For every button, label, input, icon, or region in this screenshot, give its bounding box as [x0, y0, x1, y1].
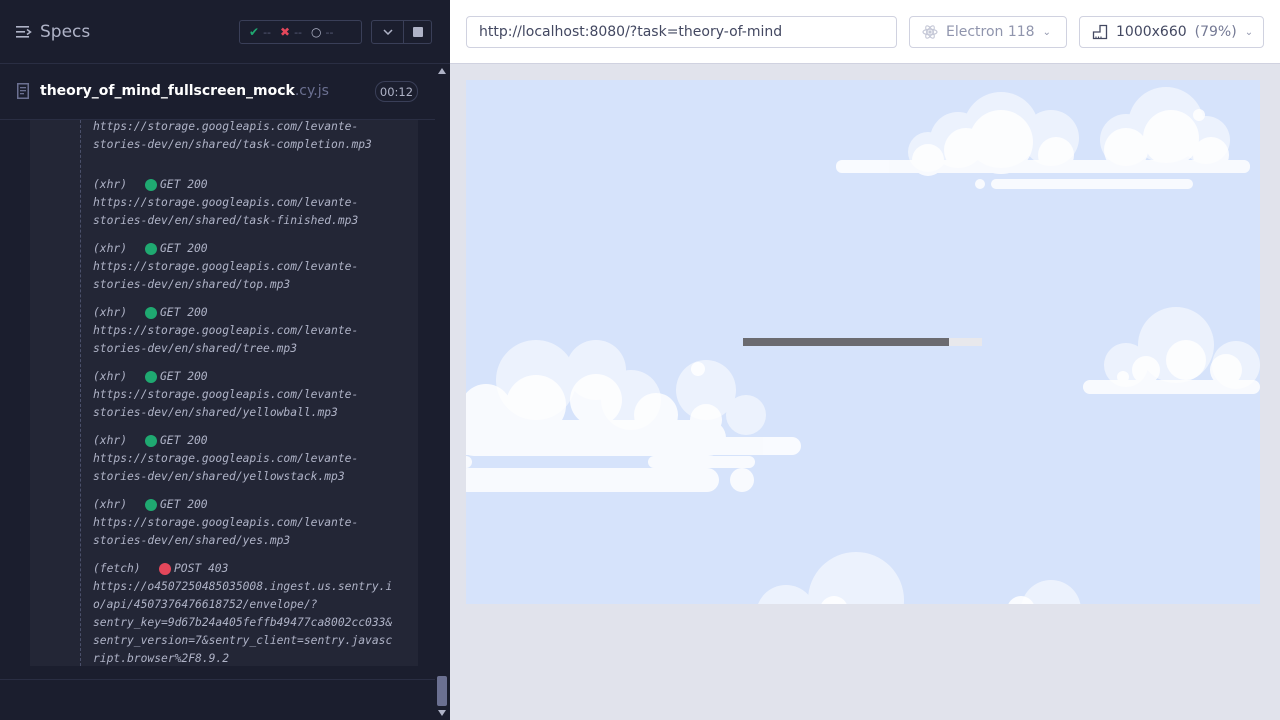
log-entry[interactable]: (xhr) GET 200 https://storage.googleapis.c…	[93, 496, 358, 550]
specs-toggle[interactable]: Specs	[16, 20, 90, 44]
loading-progress-fill	[743, 338, 949, 346]
collapse-button[interactable]	[371, 20, 404, 44]
failed-count: --	[294, 25, 303, 39]
log-indent-guide	[80, 120, 81, 666]
stop-button[interactable]	[404, 20, 432, 44]
log-entry[interactable]: (xhr) GET 200 https://storage.googleapis.c…	[93, 240, 358, 294]
specs-list-icon	[16, 26, 32, 38]
spec-file-extension: .cy.js	[294, 83, 329, 99]
log-entry-kind: (xhr)	[93, 242, 128, 255]
log-entry-method: GET 200	[160, 178, 208, 191]
reporter-panel: Specs ✔ -- ✖ -- ○ -- theory_of_mind_full…	[0, 0, 450, 720]
log-entry-url: https://storage.googleapis.com/levante- …	[93, 388, 359, 419]
x-icon: ✖	[280, 25, 291, 39]
passed-count: --	[263, 25, 272, 39]
scroll-up-arrow-icon[interactable]	[438, 68, 446, 74]
viewport-selector[interactable]: 1000x660 (79%) ⌄	[1079, 16, 1264, 48]
browser-label: Electron 118	[946, 24, 1035, 40]
file-icon	[17, 83, 29, 99]
chevron-down-icon	[382, 29, 393, 35]
status-success-icon	[145, 307, 157, 319]
log-entry-header: (xhr) GET 200	[93, 176, 358, 194]
electron-icon	[922, 25, 938, 39]
check-icon: ✔	[249, 25, 260, 39]
log-entry[interactable]: (xhr) GET 200 https://storage.googleapis.c…	[93, 304, 358, 358]
passed-stat: ✔ --	[240, 25, 271, 39]
aut-panel: http://localhost:8080/?task=theory-of-mi…	[450, 0, 1280, 720]
log-entry-kind: (xhr)	[93, 370, 128, 383]
spec-file-name[interactable]: theory_of_mind_fullscreen_mock.cy.js	[40, 83, 329, 99]
log-entry-method: GET 200	[160, 434, 208, 447]
loading-progress-bar	[743, 338, 982, 346]
scroll-down-arrow-icon[interactable]	[438, 710, 446, 716]
pending-circle-icon: ○	[311, 25, 322, 39]
status-error-icon	[159, 563, 171, 575]
log-entry-url: https://storage.googleapis.com/levante- …	[93, 324, 359, 355]
log-entry-header: (xhr) GET 200	[93, 368, 358, 386]
log-entry-url: https://storage.googleapis.com/levante- …	[93, 120, 372, 151]
log-entry-kind: (fetch)	[93, 562, 141, 575]
log-entry[interactable]: https://storage.googleapis.com/levante- …	[93, 120, 372, 154]
status-success-icon	[145, 179, 157, 191]
log-entry-kind: (xhr)	[93, 498, 128, 511]
log-entry-url: https://storage.googleapis.com/levante- …	[93, 260, 359, 291]
log-entry-header: (xhr) GET 200	[93, 240, 358, 258]
chevron-down-icon: ⌄	[1244, 26, 1254, 38]
command-log: https://storage.googleapis.com/levante- …	[30, 120, 418, 666]
viewport-size: 1000x660	[1116, 24, 1187, 40]
chevron-down-icon: ⌄	[1042, 26, 1051, 38]
url-bar[interactable]: http://localhost:8080/?task=theory-of-mi…	[466, 16, 897, 48]
log-entry[interactable]: (fetch) POST 403 https://o4507250485035008…	[93, 560, 392, 666]
log-entry-header: (xhr) GET 200	[93, 496, 358, 514]
log-entry-kind: (xhr)	[93, 178, 128, 191]
log-entry-kind: (xhr)	[93, 306, 128, 319]
status-success-icon	[145, 499, 157, 511]
stop-icon	[412, 27, 423, 37]
duration-badge: 00:12	[375, 81, 418, 102]
log-entry-url: https://storage.googleapis.com/levante- …	[93, 196, 359, 227]
log-entry-method: POST 403	[174, 562, 229, 575]
pending-count: --	[325, 25, 334, 39]
ruler-icon	[1092, 24, 1108, 40]
log-entry-method: GET 200	[160, 242, 208, 255]
pending-stat: ○ --	[302, 25, 333, 39]
test-stats: ✔ -- ✖ -- ○ --	[239, 20, 362, 44]
log-entry-method: GET 200	[160, 306, 208, 319]
log-entry-header: (fetch) POST 403	[93, 560, 392, 578]
scroll-thumb[interactable]	[437, 676, 447, 706]
reporter-scrollbar[interactable]	[435, 64, 450, 720]
reporter-header: Specs ✔ -- ✖ -- ○ --	[0, 0, 450, 64]
log-entry-url: https://storage.googleapis.com/levante- …	[93, 516, 359, 547]
log-entry-kind: (xhr)	[93, 434, 128, 447]
log-entry[interactable]: (xhr) GET 200 https://storage.googleapis.c…	[93, 368, 358, 422]
status-success-icon	[145, 371, 157, 383]
log-entry-header: (xhr) GET 200	[93, 432, 358, 450]
aut-header: http://localhost:8080/?task=theory-of-mi…	[450, 0, 1280, 64]
log-entry[interactable]: (xhr) GET 200 https://storage.googleapis.c…	[93, 432, 358, 486]
log-entry-url: https://storage.googleapis.com/levante- …	[93, 452, 359, 483]
log-entry[interactable]: (xhr) GET 200 https://storage.googleapis.c…	[93, 176, 358, 230]
specs-label: Specs	[40, 22, 91, 42]
status-success-icon	[145, 243, 157, 255]
browser-selector[interactable]: Electron 118 ⌄	[909, 16, 1067, 48]
log-entry-method: GET 200	[160, 498, 208, 511]
log-entry-method: GET 200	[160, 370, 208, 383]
viewport-scale: (79%)	[1194, 24, 1237, 40]
log-entry-url: https://o4507250485035008.ingest.us.sent…	[93, 580, 393, 665]
failed-stat: ✖ --	[271, 25, 302, 39]
spec-file-basename: theory_of_mind_fullscreen_mock	[40, 83, 295, 99]
status-success-icon	[145, 435, 157, 447]
reporter-footer-divider	[0, 679, 435, 680]
log-entry-header: (xhr) GET 200	[93, 304, 358, 322]
app-iframe[interactable]	[466, 80, 1260, 604]
